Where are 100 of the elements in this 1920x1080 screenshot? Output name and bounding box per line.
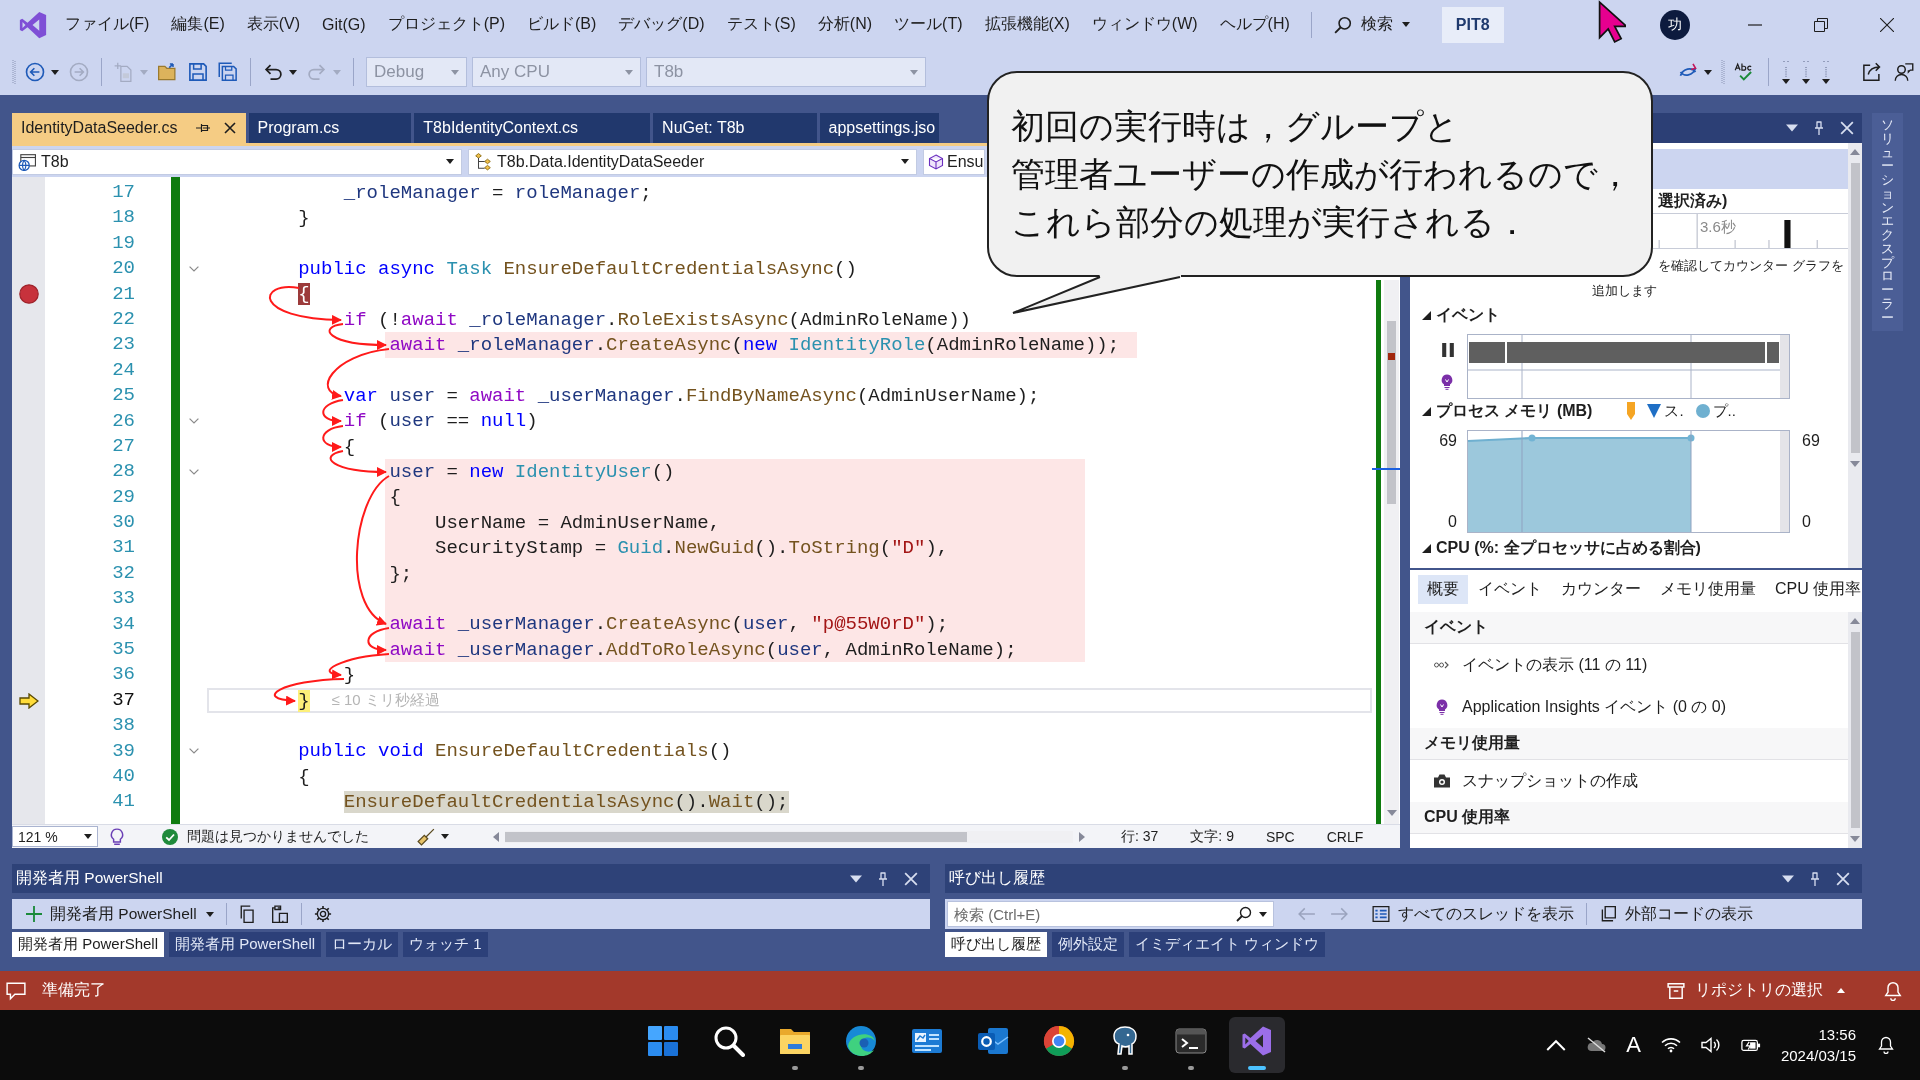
panel-tab[interactable]: 呼び出し履歴 — [945, 932, 1047, 957]
line-indicator[interactable]: 行: 37 — [1121, 827, 1159, 846]
lightbulb-icon[interactable] — [108, 827, 126, 846]
up-triangle-icon[interactable] — [1850, 618, 1860, 624]
panel-tab[interactable]: イミディエイト ウィンドウ — [1129, 932, 1326, 957]
vertical-scrollbar[interactable] — [1384, 280, 1399, 824]
cloud-slash-icon[interactable] — [1586, 1037, 1607, 1053]
bell-icon[interactable] — [1876, 1036, 1896, 1054]
timeline-ruler[interactable]: 3.6秒 — [1653, 213, 1848, 249]
scrollbar-thumb[interactable] — [1387, 321, 1396, 504]
battery-charging-icon[interactable] — [1740, 1037, 1761, 1053]
menu-item[interactable]: ウィンドウ(W) — [1080, 10, 1209, 39]
account-avatar[interactable]: 功 — [1660, 9, 1690, 40]
solution-explorer-tab[interactable]: ソリューションエクスプローラー — [1872, 113, 1903, 332]
plus-icon[interactable] — [26, 906, 42, 922]
document-tab[interactable]: IdentityDataSeeder.cs — [12, 113, 246, 143]
summary-link[interactable]: Application Insights イベント (0 の 0) — [1434, 696, 1727, 718]
expand-triangle-icon[interactable] — [1422, 543, 1431, 553]
menu-item[interactable]: テスト(S) — [715, 10, 807, 39]
down-triangle-icon[interactable] — [1850, 461, 1860, 467]
panel-tab[interactable]: 開発者用 PowerShell — [169, 932, 322, 957]
document-tab[interactable]: NuGet: T8b — [653, 113, 817, 143]
speaker-icon[interactable] — [1700, 1037, 1721, 1053]
summary-link[interactable]: スナップショットの作成 — [1434, 770, 1638, 792]
left-triangle-icon[interactable] — [493, 831, 499, 842]
vertical-scrollbar[interactable] — [1848, 143, 1862, 568]
menu-item[interactable]: ヘルプ(H) — [1208, 10, 1301, 39]
fold-chevron-icon[interactable] — [188, 469, 199, 475]
diagnostics-tab[interactable]: カウンター — [1552, 575, 1650, 604]
chevron-up-icon[interactable] — [1546, 1037, 1567, 1053]
bell-icon[interactable] — [1883, 980, 1903, 1001]
clock-date[interactable]: 2024/03/15 — [1780, 1045, 1856, 1066]
line-ending-indicator[interactable]: CRLF — [1326, 828, 1364, 845]
scrollbar-thumb[interactable] — [1850, 632, 1860, 828]
search-button[interactable]: 検索 — [1327, 10, 1416, 39]
expand-triangle-icon[interactable] — [1422, 406, 1431, 416]
pin-icon[interactable] — [1808, 871, 1822, 886]
clock-time[interactable]: 13:56 — [1818, 1024, 1856, 1045]
grip-icon[interactable] — [12, 59, 16, 85]
pin-icon[interactable] — [195, 123, 210, 133]
settings-icon[interactable] — [313, 905, 332, 923]
menu-item[interactable]: プロジェクト(P) — [376, 10, 516, 39]
dropdown-triangle-icon[interactable] — [850, 874, 862, 883]
show-external-code-button[interactable]: 外部コードの表示 — [1599, 903, 1753, 925]
wifi-icon[interactable] — [1660, 1037, 1681, 1053]
menu-item[interactable]: 編集(E) — [160, 10, 236, 39]
menu-item[interactable]: 分析(N) — [806, 10, 884, 39]
speech-bubble-icon[interactable] — [6, 980, 26, 1001]
scrollbar-thumb[interactable] — [505, 831, 967, 842]
scrollbar-thumb[interactable] — [1850, 163, 1860, 453]
pin-icon[interactable] — [1812, 121, 1826, 135]
menu-item[interactable]: Git(G) — [311, 10, 377, 39]
repository-button[interactable]: リポジトリの選択 — [1667, 980, 1845, 1001]
fold-chevron-icon[interactable] — [188, 265, 199, 272]
menu-item[interactable]: ツール(T) — [883, 10, 974, 39]
issues-status-text[interactable]: 問題は見つかりませんでした — [187, 827, 369, 846]
vertical-scrollbar[interactable] — [1848, 612, 1862, 848]
diagnostics-tab[interactable]: 概要 — [1418, 575, 1468, 604]
summary-link[interactable]: イベントの表示 (11 の 11) — [1434, 654, 1648, 676]
code-cleanup-button[interactable] — [417, 827, 449, 846]
dropdown-triangle-icon[interactable] — [1782, 874, 1794, 883]
dropdown-triangle-icon[interactable] — [1786, 124, 1798, 132]
input-mode-button[interactable]: A — [1626, 1032, 1641, 1058]
panel-tab[interactable]: ウォッチ 1 — [403, 932, 488, 957]
search-icon[interactable] — [1236, 906, 1252, 922]
diagnostics-tab[interactable]: CPU 使用率 — [1766, 575, 1871, 604]
breakpoint-icon[interactable] — [18, 284, 39, 305]
member-dropdown[interactable]: Ensu — [923, 148, 986, 175]
right-triangle-icon[interactable] — [1079, 831, 1085, 842]
diagnostics-tab[interactable]: メモリ使用量 — [1651, 575, 1765, 604]
document-tab[interactable]: Program.cs — [248, 113, 412, 143]
menu-item[interactable]: 拡張機能(X) — [973, 10, 1081, 39]
profile-dropdown[interactable]: 開発者用 PowerShell — [50, 903, 214, 925]
panel-tab[interactable]: ローカル — [326, 932, 399, 957]
menu-item[interactable]: デバッグ(D) — [607, 10, 716, 39]
project-dropdown[interactable]: T8b — [12, 148, 462, 175]
panel-tab[interactable]: 開発者用 PowerShell — [12, 932, 165, 957]
menu-item[interactable]: ファイル(F) — [54, 10, 161, 39]
down-triangle-icon[interactable] — [1850, 836, 1860, 842]
panel-tab[interactable]: 例外設定 — [1052, 932, 1124, 957]
document-tab[interactable]: appsettings.jso — [819, 113, 940, 143]
down-triangle-icon[interactable] — [1386, 810, 1397, 816]
fold-chevron-icon[interactable] — [188, 748, 199, 755]
grip-icon[interactable] — [1721, 59, 1725, 85]
document-tab[interactable]: T8bIdentityContext.cs — [414, 113, 651, 143]
diagnostics-tab[interactable]: イベント — [1469, 575, 1551, 604]
copy-icon[interactable] — [238, 905, 257, 923]
expand-triangle-icon[interactable] — [1422, 310, 1431, 320]
menu-item[interactable]: 表示(V) — [235, 10, 312, 39]
zoom-dropdown[interactable]: 121 % — [12, 826, 98, 847]
caret-icon[interactable] — [1259, 912, 1267, 917]
search-field[interactable]: 検索 (Ctrl+E) — [947, 901, 1274, 927]
fold-chevron-icon[interactable] — [188, 418, 199, 425]
type-dropdown[interactable]: T8b.Data.IdentityDataSeeder — [468, 148, 917, 175]
whitespace-indicator[interactable]: SPC — [1265, 828, 1295, 845]
clipboard-icon[interactable] — [270, 905, 289, 923]
up-triangle-icon[interactable] — [1850, 149, 1860, 155]
horizontal-scrollbar[interactable] — [505, 830, 1073, 843]
column-indicator[interactable]: 文字: 9 — [1190, 827, 1234, 846]
show-all-threads-button[interactable]: すべてのスレッドを表示 — [1372, 903, 1574, 925]
